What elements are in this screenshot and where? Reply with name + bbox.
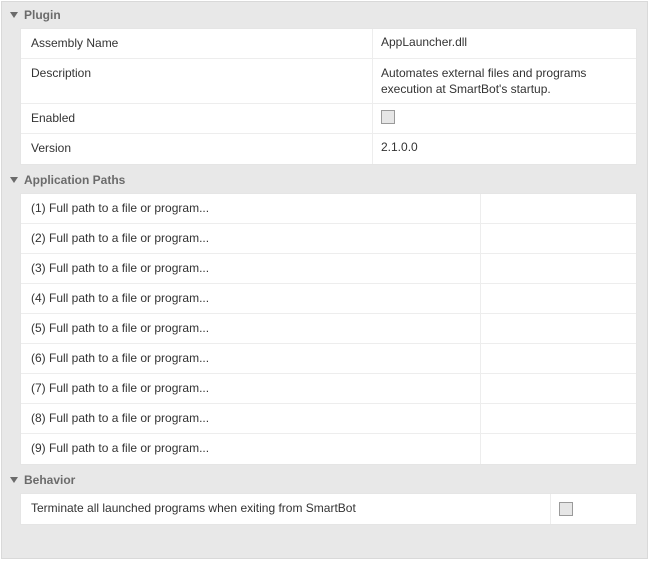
property-value[interactable] bbox=[481, 314, 636, 343]
plugin-grid: Assembly Name AppLauncher.dll Descriptio… bbox=[20, 28, 637, 165]
group-header-paths[interactable]: Application Paths bbox=[2, 167, 647, 193]
property-value[interactable] bbox=[481, 374, 636, 403]
group-title: Plugin bbox=[24, 8, 61, 22]
property-row[interactable]: Terminate all launched programs when exi… bbox=[21, 494, 636, 524]
property-label: (8) Full path to a file or program... bbox=[21, 404, 481, 433]
property-row[interactable]: Description Automates external files and… bbox=[21, 59, 636, 104]
group-title: Behavior bbox=[24, 473, 75, 487]
property-value[interactable] bbox=[481, 434, 636, 464]
group-title: Application Paths bbox=[24, 173, 125, 187]
property-value[interactable] bbox=[481, 344, 636, 373]
property-value[interactable] bbox=[481, 194, 636, 223]
property-value[interactable] bbox=[481, 404, 636, 433]
property-row[interactable]: (5) Full path to a file or program... bbox=[21, 314, 636, 344]
property-label: Version bbox=[21, 134, 373, 164]
behavior-grid: Terminate all launched programs when exi… bbox=[20, 493, 637, 525]
property-row[interactable]: (2) Full path to a file or program... bbox=[21, 224, 636, 254]
property-label: Terminate all launched programs when exi… bbox=[21, 494, 551, 524]
property-row[interactable]: (6) Full path to a file or program... bbox=[21, 344, 636, 374]
property-row[interactable]: (4) Full path to a file or program... bbox=[21, 284, 636, 314]
property-row[interactable]: (1) Full path to a file or program... bbox=[21, 194, 636, 224]
expand-arrow-icon bbox=[10, 477, 18, 483]
enabled-checkbox[interactable] bbox=[381, 110, 395, 124]
property-label: Assembly Name bbox=[21, 29, 373, 58]
paths-grid: (1) Full path to a file or program... (2… bbox=[20, 193, 637, 465]
property-value[interactable] bbox=[481, 254, 636, 283]
property-row[interactable]: Version 2.1.0.0 bbox=[21, 134, 636, 164]
property-value[interactable] bbox=[481, 224, 636, 253]
property-panel: Plugin Assembly Name AppLauncher.dll Des… bbox=[1, 1, 648, 559]
property-value[interactable]: AppLauncher.dll bbox=[373, 29, 636, 58]
property-label: Description bbox=[21, 59, 373, 103]
expand-arrow-icon bbox=[10, 12, 18, 18]
property-label: (5) Full path to a file or program... bbox=[21, 314, 481, 343]
property-value[interactable] bbox=[481, 284, 636, 313]
property-label: (4) Full path to a file or program... bbox=[21, 284, 481, 313]
property-row[interactable]: (9) Full path to a file or program... bbox=[21, 434, 636, 464]
property-label: (9) Full path to a file or program... bbox=[21, 434, 481, 464]
property-label: (1) Full path to a file or program... bbox=[21, 194, 481, 223]
group-header-plugin[interactable]: Plugin bbox=[2, 2, 647, 28]
property-value[interactable] bbox=[551, 494, 636, 524]
property-row[interactable]: (7) Full path to a file or program... bbox=[21, 374, 636, 404]
property-row[interactable]: Enabled bbox=[21, 104, 636, 134]
property-value[interactable] bbox=[373, 104, 636, 133]
property-label: (2) Full path to a file or program... bbox=[21, 224, 481, 253]
property-label: (7) Full path to a file or program... bbox=[21, 374, 481, 403]
terminate-checkbox[interactable] bbox=[559, 502, 573, 516]
expand-arrow-icon bbox=[10, 177, 18, 183]
property-row[interactable]: (8) Full path to a file or program... bbox=[21, 404, 636, 434]
property-row[interactable]: (3) Full path to a file or program... bbox=[21, 254, 636, 284]
property-row[interactable]: Assembly Name AppLauncher.dll bbox=[21, 29, 636, 59]
group-header-behavior[interactable]: Behavior bbox=[2, 467, 647, 493]
property-label: (3) Full path to a file or program... bbox=[21, 254, 481, 283]
property-label: (6) Full path to a file or program... bbox=[21, 344, 481, 373]
property-value[interactable]: Automates external files and programs ex… bbox=[373, 59, 636, 103]
property-value[interactable]: 2.1.0.0 bbox=[373, 134, 636, 164]
property-label: Enabled bbox=[21, 104, 373, 133]
